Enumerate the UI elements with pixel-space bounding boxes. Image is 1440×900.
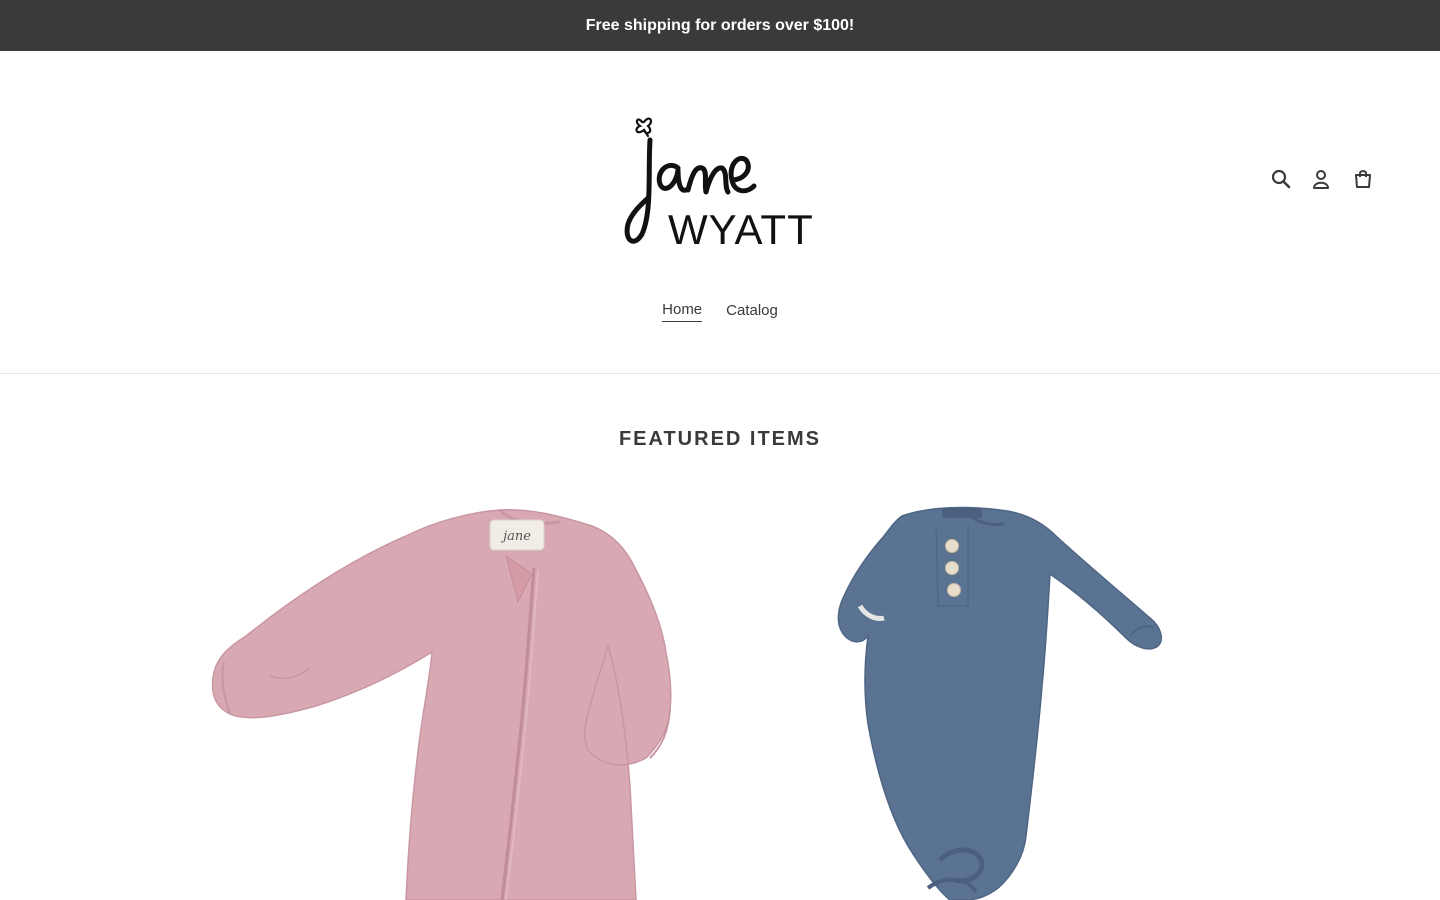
- svg-text:jane: jane: [500, 529, 531, 544]
- header-divider: [0, 373, 1440, 374]
- header-icons: [1268, 166, 1376, 192]
- jane-wyatt-logo-image: WYATT: [624, 117, 814, 252]
- search-icon[interactable]: [1268, 166, 1294, 192]
- announcement-bar: Free shipping for orders over $100!: [0, 0, 1440, 51]
- section-title: FEATURED ITEMS: [618, 428, 822, 450]
- cart-icon[interactable]: [1350, 166, 1376, 192]
- nav-item-catalog[interactable]: Catalog: [726, 300, 778, 322]
- svg-text:WYATT: WYATT: [668, 206, 814, 252]
- main-nav: Home Catalog: [0, 300, 1440, 322]
- product-card-romper[interactable]: jane: [200, 496, 680, 900]
- site-logo[interactable]: WYATT: [620, 112, 820, 252]
- product-image-knotted-gown: [837, 506, 1163, 900]
- announcement-text: Free shipping for orders over $100!: [585, 16, 855, 34]
- product-card-knotted-gown[interactable]: [820, 496, 1180, 900]
- product-image-romper: jane: [211, 508, 672, 900]
- account-icon[interactable]: [1308, 166, 1334, 192]
- nav-item-home[interactable]: Home: [662, 300, 703, 322]
